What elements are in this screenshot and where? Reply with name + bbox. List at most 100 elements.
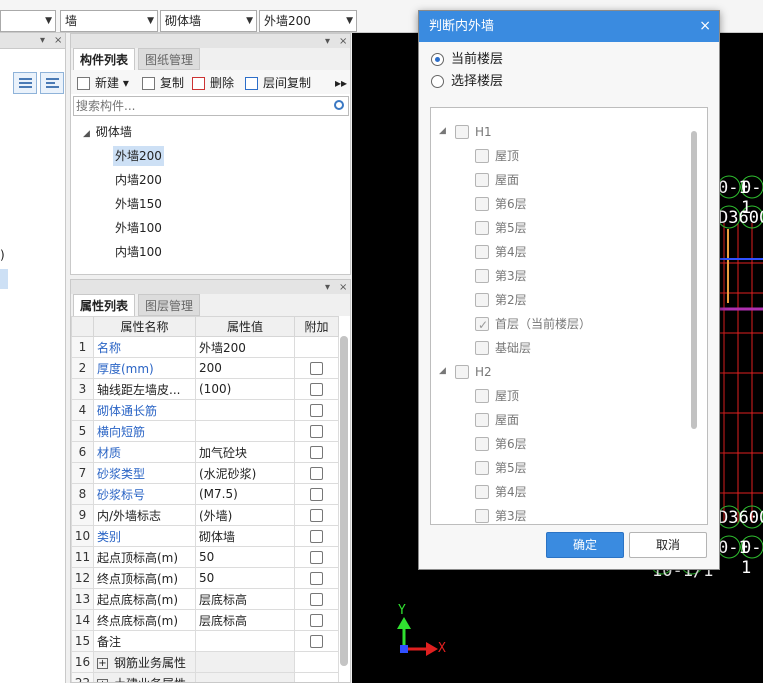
attach-checkbox[interactable] xyxy=(310,572,323,585)
attach-checkbox[interactable] xyxy=(310,593,323,606)
radio-current-floor[interactable]: 当前楼层 xyxy=(431,51,503,69)
close-icon[interactable]: × xyxy=(339,34,347,49)
property-value[interactable]: (M7.5) xyxy=(195,483,295,505)
delete-button[interactable]: 删除 xyxy=(192,74,234,92)
close-icon[interactable]: × xyxy=(54,33,62,48)
table-group-row[interactable]: 22+ 土建业务属性 xyxy=(71,672,339,682)
ok-button[interactable]: 确定 xyxy=(546,532,624,558)
attach-checkbox[interactable] xyxy=(310,635,323,648)
tree-item[interactable]: 外墙200 xyxy=(113,146,164,166)
tab-component-list[interactable]: 构件列表 xyxy=(73,48,136,70)
tree-item[interactable]: 内墙100 xyxy=(115,242,162,262)
floor-checkbox[interactable] xyxy=(475,437,489,451)
property-scrollbar[interactable] xyxy=(340,336,348,666)
tree-item[interactable]: 内墙200 xyxy=(115,170,162,190)
cancel-button[interactable]: 取消 xyxy=(629,532,707,558)
close-icon[interactable]: × xyxy=(699,11,711,42)
floor-checkbox[interactable] xyxy=(475,461,489,475)
floor-checkbox[interactable] xyxy=(475,197,489,211)
floor-checkbox[interactable] xyxy=(475,173,489,187)
attach-checkbox[interactable] xyxy=(310,383,323,396)
attach-checkbox[interactable] xyxy=(310,488,323,501)
table-row[interactable]: 8 砂浆标号 (M7.5) xyxy=(71,483,339,505)
floor-list-scrollbar[interactable] xyxy=(691,131,697,429)
collapse-caret-icon[interactable]: ◢ xyxy=(83,129,90,139)
attach-checkbox[interactable] xyxy=(310,509,323,522)
search-icon[interactable] xyxy=(334,100,344,110)
expand-plus-icon[interactable]: + xyxy=(97,678,108,682)
floor-item[interactable]: 第4层 xyxy=(475,242,527,262)
property-value[interactable]: (水泥砂浆) xyxy=(195,462,295,484)
property-value[interactable]: 200 xyxy=(195,357,295,379)
table-row[interactable]: 5 横向短筋 xyxy=(71,420,339,442)
table-row[interactable]: 7 砂浆类型 (水泥砂浆) xyxy=(71,462,339,484)
floor-checkbox[interactable] xyxy=(475,389,489,403)
floor-checkbox[interactable] xyxy=(475,221,489,235)
collapse-caret-icon[interactable]: ◢ xyxy=(439,126,446,136)
property-value[interactable]: 50 xyxy=(195,546,295,568)
property-value[interactable]: 砌体墙 xyxy=(195,525,295,547)
tree-item[interactable]: 外墙100 xyxy=(115,218,162,238)
tree-root-masonry-wall[interactable]: ◢ 砌体墙 xyxy=(83,122,132,142)
tab-property-list[interactable]: 属性列表 xyxy=(73,294,136,316)
floor-checkbox[interactable] xyxy=(475,149,489,163)
table-group-row[interactable]: 16 + 钢筋业务属性 xyxy=(71,651,339,673)
tree-item[interactable]: 外墙150 xyxy=(115,194,162,214)
floor-item[interactable]: 屋顶 xyxy=(475,146,519,166)
table-row[interactable]: 12 终点顶标高(m) 50 xyxy=(71,567,339,589)
property-value[interactable]: (100) xyxy=(195,378,295,400)
selector-floor[interactable]: ▼ xyxy=(0,10,56,32)
floor-checkbox[interactable] xyxy=(475,293,489,307)
floor-group-checkbox[interactable] xyxy=(455,125,469,139)
attach-checkbox[interactable] xyxy=(310,551,323,564)
attach-checkbox[interactable] xyxy=(310,425,323,438)
pin-icon[interactable]: ▾ xyxy=(325,280,330,295)
floor-item[interactable]: 第5层 xyxy=(475,458,527,478)
floor-checkbox[interactable] xyxy=(475,315,489,335)
floor-item[interactable]: 第5层 xyxy=(475,218,527,238)
more-tools-button[interactable]: ▸▸ xyxy=(329,74,347,92)
floor-item[interactable]: 第2层 xyxy=(475,290,527,310)
floor-item[interactable]: 第6层 xyxy=(475,434,527,454)
pin-icon[interactable]: ▾ xyxy=(325,34,330,49)
floor-item[interactable]: 屋顶 xyxy=(475,386,519,406)
floor-checkbox[interactable] xyxy=(475,413,489,427)
floor-checkbox[interactable] xyxy=(475,245,489,259)
floor-group[interactable]: H2 xyxy=(455,362,492,382)
attach-checkbox[interactable] xyxy=(310,530,323,543)
property-value[interactable] xyxy=(195,399,295,421)
radio-select-floor[interactable]: 选择楼层 xyxy=(431,73,503,91)
floor-group[interactable]: H1 xyxy=(455,122,492,142)
attach-checkbox[interactable] xyxy=(310,614,323,627)
attach-checkbox[interactable] xyxy=(310,446,323,459)
detail-view-button[interactable] xyxy=(40,72,64,94)
floor-item[interactable]: 首层（当前楼层） xyxy=(475,314,591,335)
collapse-caret-icon[interactable]: ◢ xyxy=(439,366,446,376)
floor-item[interactable]: 屋面 xyxy=(475,410,519,430)
close-icon[interactable]: × xyxy=(339,280,347,295)
table-row[interactable]: 1 名称 外墙200 xyxy=(71,336,339,358)
property-value[interactable]: 50 xyxy=(195,567,295,589)
floor-item[interactable]: 基础层 xyxy=(475,338,531,358)
table-row[interactable]: 10 类别 砌体墙 xyxy=(71,525,339,547)
property-value[interactable] xyxy=(195,630,295,652)
table-row[interactable]: 6 材质 加气砼块 xyxy=(71,441,339,463)
selector-subtype[interactable]: 砌体墙 ▼ xyxy=(160,10,257,32)
property-value[interactable]: 层底标高 xyxy=(195,588,295,610)
floor-item[interactable]: 第3层 xyxy=(475,266,527,286)
search-input[interactable] xyxy=(74,97,314,115)
floor-copy-button[interactable]: 层间复制 xyxy=(245,74,311,92)
tab-layer-management[interactable]: 图层管理 xyxy=(138,294,201,316)
table-row[interactable]: 4 砌体通长筋 xyxy=(71,399,339,421)
tab-drawing-management[interactable]: 图纸管理 xyxy=(138,48,201,70)
attach-checkbox[interactable] xyxy=(310,467,323,480)
property-scrollbar-thumb[interactable] xyxy=(340,336,348,666)
floor-group-checkbox[interactable] xyxy=(455,365,469,379)
attach-checkbox[interactable] xyxy=(310,362,323,375)
selector-type[interactable]: 墙 ▼ xyxy=(60,10,158,32)
floor-item[interactable]: 第3层 xyxy=(475,506,527,524)
property-value[interactable]: 层底标高 xyxy=(195,609,295,631)
floor-checkbox[interactable] xyxy=(475,341,489,355)
table-row[interactable]: 11 起点顶标高(m) 50 xyxy=(71,546,339,568)
property-value[interactable]: 外墙200 xyxy=(195,336,295,358)
